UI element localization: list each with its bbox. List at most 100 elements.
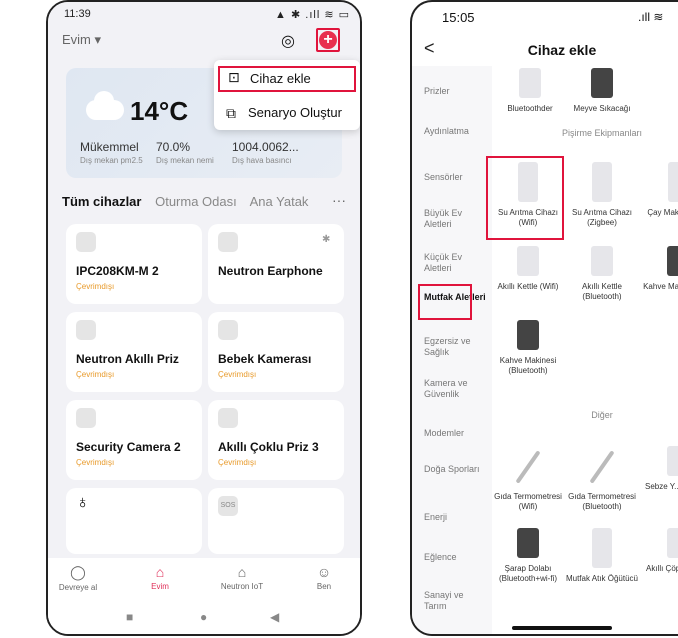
weather-stat: Mükemmel Dış mekan pm2.5: [80, 140, 143, 165]
home-selector[interactable]: Evim ▾: [62, 32, 101, 48]
device-type-item[interactable]: Gıda Termometresi (Wifi): [490, 446, 566, 512]
weather-stat: 1004.0062... Dış hava basıncı: [232, 140, 299, 165]
weather-stat: 70.0% Dış mekan nemi: [156, 140, 214, 165]
category-item[interactable]: Enerji: [424, 512, 488, 523]
stat-label: Dış mekan pm2.5: [80, 156, 143, 165]
device-status: Çevrimdışı: [218, 458, 257, 467]
status-bar: 11:39 ▲ ✱ .ıll ≋ ▭: [64, 8, 350, 24]
thermometer-thumbnail: [589, 450, 615, 484]
category-sidebar: Prizler Aydınlatma Sensörler Büyük Ev Al…: [412, 66, 492, 634]
tab-master-bedroom[interactable]: Ana Yatak: [250, 194, 309, 209]
category-item[interactable]: Sanayi ve Tarım: [424, 590, 488, 612]
nav-item-neutron-iot[interactable]: ⌂ Neutron IoT: [212, 564, 272, 591]
stat-label: Dış hava basıncı: [232, 156, 292, 165]
device-thumbnail: [592, 162, 612, 202]
device-card[interactable]: ✱ Neutron Earphone: [208, 224, 344, 304]
device-type-item[interactable]: Kahve Mak... (Wif...: [640, 246, 678, 292]
category-item[interactable]: Prizler: [424, 86, 488, 97]
device-type-label: Meyve Sıkacağı: [573, 104, 631, 113]
device-type-label: Su Arıtma Cihazı (Zigbee): [571, 208, 633, 227]
device-type-item[interactable]: Sebze Y... Makin...: [640, 446, 678, 492]
home-system-icon[interactable]: ●: [200, 610, 207, 624]
device-type-label: Akıllı Kettle (Bluetooth): [581, 282, 622, 301]
recent-apps-icon[interactable]: ■: [126, 610, 133, 624]
device-type-item[interactable]: Su Arıtma Cihazı (Zigbee): [564, 162, 640, 228]
device-type-item[interactable]: Akıllı Kettle (Wifi): [490, 246, 566, 292]
status-icons: ▲ ✱ .ıll ≋ ▭: [275, 9, 350, 21]
back-system-icon[interactable]: ◀: [270, 610, 279, 624]
nav-label: Ben: [316, 582, 332, 591]
shield-icon: ◯: [70, 564, 86, 580]
home-icon: ⌂: [155, 564, 165, 580]
category-item[interactable]: Sensörler: [424, 172, 488, 183]
device-name: Neutron Earphone: [218, 264, 323, 278]
device-thumbnail: [519, 68, 541, 98]
category-item[interactable]: Aydınlatma: [424, 126, 488, 137]
device-type-label: Gıda Termometresi (Wifi): [494, 492, 562, 511]
device-card[interactable]: Security Camera 2 Çevrimdışı: [66, 400, 202, 480]
device-thumbnail: [517, 246, 539, 276]
device-thumbnail: [517, 320, 539, 350]
device-card[interactable]: IPC208KM-M 2 Çevrimdışı: [66, 224, 202, 304]
bluetooth-icon: ✱: [322, 234, 331, 245]
device-type-label: Mutfak Atık Öğütücü: [565, 574, 639, 583]
tab-all-devices[interactable]: Tüm cihazlar: [62, 194, 141, 209]
device-type-item[interactable]: Kahve Makinesi (Bluetooth): [490, 320, 566, 376]
nav-item-evim[interactable]: ⌂ Evim: [130, 564, 190, 591]
device-card[interactable]: ♁: [66, 488, 202, 554]
device-card[interactable]: Bebek Kamerası Çevrimdışı: [208, 312, 344, 392]
device-card[interactable]: Akıllı Çoklu Priz 3 Çevrimdışı: [208, 400, 344, 480]
device-card[interactable]: Neutron Akıllı Priz Çevrimdışı: [66, 312, 202, 392]
device-name: IPC208KM-M 2: [76, 264, 159, 278]
category-item[interactable]: Doğa Sporları: [424, 464, 488, 475]
device-type-label: Akıllı Kettle (Wifi): [497, 282, 559, 291]
power-strip-icon: [218, 408, 238, 428]
device-thumbnail: [517, 528, 539, 558]
category-item[interactable]: Küçük Ev Aletleri: [424, 252, 488, 274]
home-indicator: [512, 626, 612, 630]
status-icons: .ıll ≋: [638, 10, 664, 24]
device-type-item[interactable]: Mutfak Atık Öğütücü: [564, 528, 640, 584]
selected-device-highlight: [486, 156, 564, 240]
category-item[interactable]: Büyük Ev Aletleri: [424, 208, 488, 230]
device-name: Neutron Akıllı Priz: [76, 352, 179, 366]
tabs-more-button[interactable]: ···: [332, 192, 346, 208]
device-type-item[interactable]: Çay Mak... (Wif...: [640, 162, 678, 218]
baby-camera-icon: [218, 320, 238, 340]
category-item[interactable]: Eğlence: [424, 552, 488, 563]
device-status: Çevrimdışı: [76, 282, 115, 291]
category-item[interactable]: Egzersiz ve Sağlık: [424, 336, 488, 358]
add-menu: ⊡ Cihaz ekle ⧉ Senaryo Oluştur: [214, 60, 360, 130]
device-thumbnail: [667, 246, 678, 276]
device-type-label: Kahve Makinesi (Bluetooth): [499, 356, 557, 375]
device-type-item[interactable]: Şarap Dolabı (Bluetooth+wi-fi): [490, 528, 566, 584]
add-button[interactable]: +: [316, 28, 340, 52]
nav-label: Evim: [151, 582, 169, 591]
nav-label: Neutron IoT: [220, 582, 264, 591]
device-thumbnail: [667, 528, 678, 558]
device-thumbnail: [667, 446, 678, 476]
bottom-navigation: ◯ Devreye al ⌂ Evim ⌂ Neutron IoT ☺ Ben: [48, 558, 360, 602]
target-icon[interactable]: ◎: [281, 31, 295, 51]
device-type-item[interactable]: Bluetoothder: [492, 68, 568, 114]
room-tabs: Tüm cihazlar Oturma Odası Ana Yatak: [62, 194, 358, 214]
menu-item-add-device[interactable]: ⊡ Cihaz ekle: [218, 66, 356, 92]
thermometer-thumbnail: [515, 450, 541, 484]
page-title: Cihaz ekle: [527, 42, 597, 58]
device-type-label: Akıllı Çöp... (Wif...: [645, 564, 678, 573]
category-item[interactable]: Modemler: [424, 428, 488, 439]
menu-item-create-scene[interactable]: ⧉ Senaryo Oluştur: [218, 100, 356, 126]
device-type-label: Gıda Termometresi (Bluetooth): [568, 492, 636, 511]
tab-living-room[interactable]: Oturma Odası: [155, 194, 237, 209]
device-type-item[interactable]: Akıllı Çöp... (Wif...: [640, 528, 678, 574]
stat-value: 70.0%: [156, 140, 191, 154]
stat-value: 1004.0062...: [232, 140, 299, 154]
device-type-item[interactable]: Gıda Termometresi (Bluetooth): [564, 446, 640, 512]
category-item[interactable]: Kamera ve Güvenlik: [424, 378, 488, 400]
nav-item-devreye-al[interactable]: ◯ Devreye al: [48, 564, 108, 592]
device-type-item[interactable]: Akıllı Kettle (Bluetooth): [564, 246, 640, 302]
nav-item-ben[interactable]: ☺ Ben: [294, 564, 354, 591]
device-type-item[interactable]: Meyve Sıkacağı: [564, 68, 640, 114]
device-card[interactable]: SOS: [208, 488, 344, 554]
stat-value: Mükemmel: [80, 140, 139, 154]
